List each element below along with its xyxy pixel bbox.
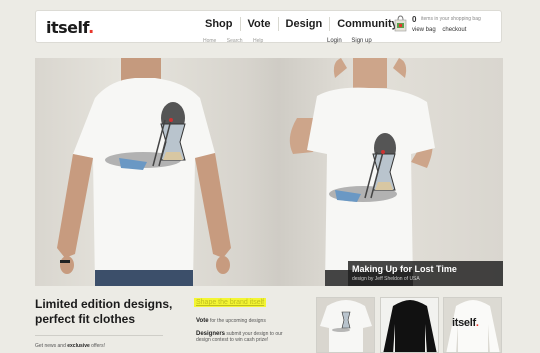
subnav-search-link[interactable]: Search xyxy=(227,38,243,44)
subnav-help-link[interactable]: Help xyxy=(253,38,263,44)
login-link[interactable]: Login xyxy=(327,38,342,44)
cart-count: 0 xyxy=(412,15,417,24)
designers-text: Designers submit your design to our desi… xyxy=(196,331,296,343)
main-nav: Shop Vote Design Community xyxy=(198,17,405,31)
newsletter-text[interactable]: Get news and exclusive offers! xyxy=(35,343,105,349)
product-thumb-white-tee[interactable] xyxy=(316,297,375,353)
hero-photo xyxy=(57,58,435,286)
vote-text: Vote for the upcoming designs xyxy=(196,318,266,324)
nav-design[interactable]: Design xyxy=(277,17,330,31)
hero-banner[interactable]: Making Up for Lost Time design by Jeff S… xyxy=(35,58,503,286)
promo-headline-line1: Limited edition designs, xyxy=(35,297,173,311)
divider xyxy=(35,335,163,336)
logo-text: itself xyxy=(46,18,89,37)
subnav-account: Login Sign up xyxy=(327,38,380,44)
black-longsleeve-photo xyxy=(381,298,438,352)
white-tee-photo xyxy=(317,298,374,352)
shape-brand-link[interactable]: Shape the brand itself xyxy=(194,298,267,307)
news-part1: Get news and xyxy=(35,343,68,349)
thumb-itself-dot: . xyxy=(475,317,479,329)
view-bag-link[interactable]: view bag xyxy=(412,27,436,33)
vote-bold[interactable]: Vote xyxy=(196,318,209,324)
vote-rest: for the upcoming designs xyxy=(208,318,266,324)
nav-shop[interactable]: Shop xyxy=(198,17,240,31)
cart-text: items in your shopping bag xyxy=(421,16,481,22)
thumb-itself-label: itself. xyxy=(452,317,479,329)
brand-logo[interactable]: itself. xyxy=(46,18,94,37)
hero-caption[interactable]: Making Up for Lost Time design by Jeff S… xyxy=(348,261,503,286)
logo-dot: . xyxy=(88,18,94,37)
checkout-link[interactable]: checkout xyxy=(442,27,466,33)
hero-title: Making Up for Lost Time xyxy=(352,264,457,274)
shopping-bag-widget: 0 items in your shopping bag view bag ch… xyxy=(394,14,497,39)
news-part2: exclusive xyxy=(67,343,90,349)
nav-vote[interactable]: Vote xyxy=(239,17,278,31)
promo-headline-line2: perfect fit clothes xyxy=(35,312,136,326)
news-part3: offers! xyxy=(89,343,105,349)
cart-links: view bag checkout xyxy=(412,27,471,33)
shopping-bag-icon[interactable] xyxy=(394,15,407,32)
product-thumb-itself-tee[interactable]: itself. xyxy=(443,297,502,353)
product-thumb-black-longsleeve[interactable] xyxy=(380,297,439,353)
thumb-itself-word: itself xyxy=(452,317,476,329)
subnav-utility: Home Search Help xyxy=(203,38,272,44)
signup-link[interactable]: Sign up xyxy=(351,38,371,44)
subnav-home-link[interactable]: Home xyxy=(203,38,216,44)
promo-headline: Limited edition designs, perfect fit clo… xyxy=(35,297,172,327)
hero-subtitle: design by Jeff Sheldon of USA xyxy=(352,276,420,282)
